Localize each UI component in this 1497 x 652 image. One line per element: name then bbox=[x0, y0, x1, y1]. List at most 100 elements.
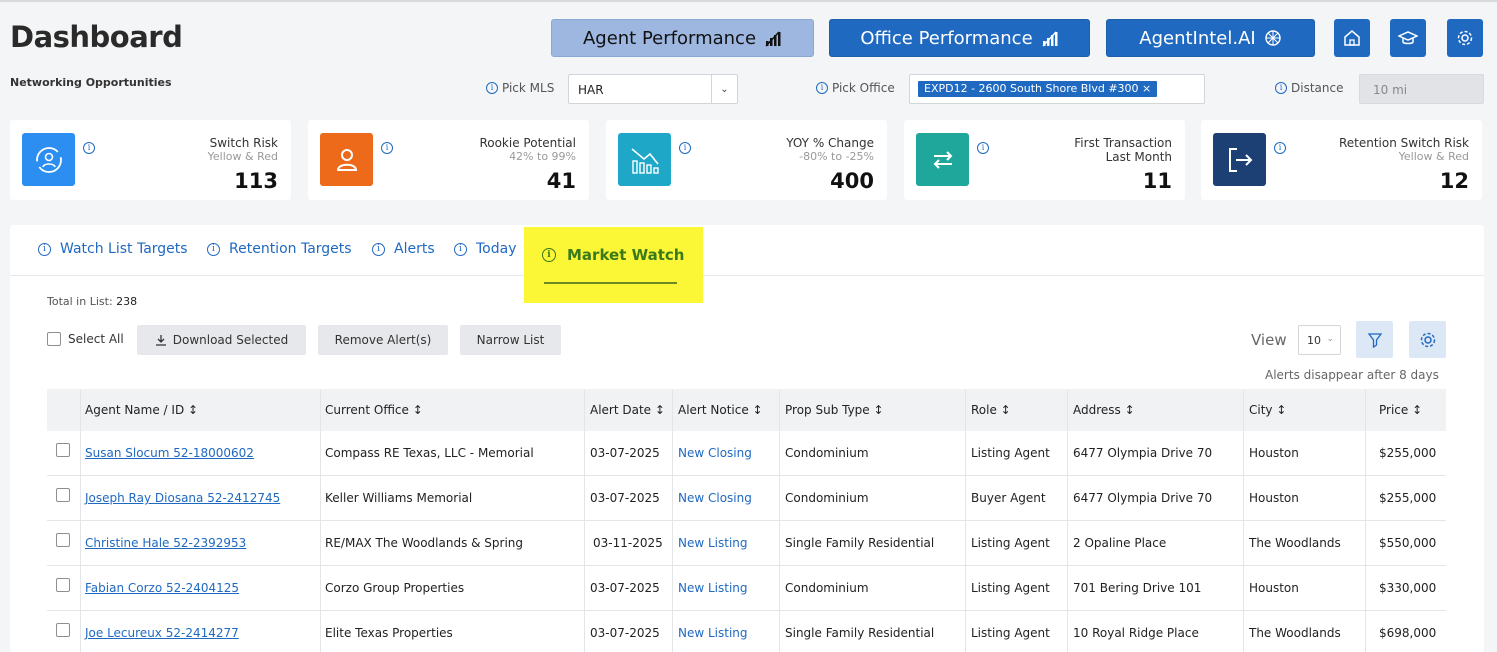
agentintel-button[interactable]: AgentIntel.AI bbox=[1106, 19, 1315, 57]
table-row[interactable]: Fabian Corzo 52-2404125 Corzo Group Prop… bbox=[47, 566, 1446, 611]
agent-link[interactable]: Christine Hale 52-2392953 bbox=[85, 536, 246, 550]
download-icon bbox=[155, 335, 166, 346]
col-price[interactable]: Price ↕ bbox=[1379, 403, 1422, 417]
table-row[interactable]: Susan Slocum 52-18000602 Compass RE Texa… bbox=[47, 431, 1446, 476]
info-icon[interactable]: i bbox=[83, 142, 95, 154]
tab-bar: i Watch List Targets i Retention Targets i… bbox=[10, 225, 1484, 276]
column-divider bbox=[1243, 389, 1244, 652]
office-tag[interactable]: EXPD12 - 2600 South Shore Blvd #300 × bbox=[918, 81, 1158, 97]
col-city[interactable]: City ↕ bbox=[1249, 403, 1286, 417]
info-icon[interactable]: i bbox=[816, 82, 828, 94]
filter-button[interactable] bbox=[1356, 321, 1393, 358]
city-cell: Houston bbox=[1249, 446, 1299, 460]
select-all[interactable]: Select All bbox=[47, 332, 124, 346]
chevron-down-icon[interactable]: ⌄ bbox=[711, 75, 737, 103]
date-cell: 03-07-2025 bbox=[590, 491, 660, 505]
col-address[interactable]: Address ↕ bbox=[1073, 403, 1135, 417]
view-label: View bbox=[1251, 331, 1287, 349]
narrow-list-button[interactable]: Narrow List bbox=[460, 325, 561, 355]
row-checkbox[interactable] bbox=[56, 443, 70, 457]
col-type[interactable]: Prop Sub Type ↕ bbox=[785, 403, 884, 417]
notice-cell[interactable]: New Closing bbox=[678, 446, 752, 460]
col-notice[interactable]: Alert Notice ↕ bbox=[678, 403, 763, 417]
notice-cell[interactable]: New Listing bbox=[678, 536, 748, 550]
chevron-down-icon: ⌄ bbox=[1326, 334, 1334, 344]
address-cell: 6477 Olympia Drive 70 bbox=[1073, 491, 1213, 505]
price-cell: $255,000 bbox=[1379, 446, 1437, 460]
table-row[interactable]: Christine Hale 52-2392953 RE/MAX The Woo… bbox=[47, 521, 1446, 566]
row-checkbox[interactable] bbox=[56, 623, 70, 637]
remove-tag-icon[interactable]: × bbox=[1142, 82, 1151, 95]
office-select[interactable]: EXPD12 - 2600 South Shore Blvd #300 × bbox=[909, 74, 1205, 104]
distance-field[interactable]: 10 mi bbox=[1359, 74, 1484, 104]
notice-cell[interactable]: New Listing bbox=[678, 626, 748, 640]
notice-cell[interactable]: New Closing bbox=[678, 491, 752, 505]
column-divider bbox=[1365, 389, 1366, 652]
info-icon[interactable]: i bbox=[977, 142, 989, 154]
agent-performance-button[interactable]: Agent Performance bbox=[551, 19, 814, 57]
city-cell: Houston bbox=[1249, 491, 1299, 505]
alerts-note: Alerts disappear after 8 days bbox=[1265, 368, 1439, 382]
info-icon[interactable]: i bbox=[38, 242, 51, 256]
card-yoy-change[interactable]: i YOY % Change -80% to -25% 400 bbox=[606, 120, 887, 200]
agent-link[interactable]: Susan Slocum 52-18000602 bbox=[85, 446, 254, 460]
office-performance-button[interactable]: Office Performance bbox=[829, 19, 1090, 57]
notice-cell[interactable]: New Listing bbox=[678, 581, 748, 595]
price-cell: $330,000 bbox=[1379, 581, 1437, 595]
tab-retention-targets[interactable]: i Retention Targets bbox=[207, 241, 352, 257]
ai-icon bbox=[1265, 30, 1281, 46]
card-switch-risk[interactable]: i Switch Risk Yellow & Red 113 bbox=[10, 120, 291, 200]
info-icon[interactable]: i bbox=[207, 242, 220, 256]
info-icon[interactable]: i bbox=[1274, 142, 1286, 154]
row-checkbox[interactable] bbox=[56, 578, 70, 592]
table-row[interactable]: Joseph Ray Diosana 52-2412745 Keller Wil… bbox=[47, 476, 1446, 521]
mls-select[interactable]: HAR ⌄ bbox=[568, 74, 738, 104]
info-icon[interactable]: i bbox=[679, 142, 691, 154]
agent-link[interactable]: Joe Lecureux 52-2414277 bbox=[85, 626, 239, 640]
top-border bbox=[0, 0, 1497, 2]
card-value: 113 bbox=[234, 169, 278, 193]
table-settings-button[interactable] bbox=[1409, 321, 1446, 358]
col-role[interactable]: Role ↕ bbox=[971, 403, 1011, 417]
type-cell: Condominium bbox=[785, 581, 869, 595]
info-icon[interactable]: i bbox=[1275, 82, 1287, 94]
address-cell: 701 Bering Drive 101 bbox=[1073, 581, 1202, 595]
info-icon[interactable]: i bbox=[486, 82, 498, 94]
table-row[interactable]: Joe Lecureux 52-2414277 Elite Texas Prop… bbox=[47, 611, 1446, 652]
col-agent[interactable]: Agent Name / ID ↕ bbox=[85, 403, 198, 417]
bar-chart-icon bbox=[1042, 31, 1058, 47]
info-icon[interactable]: i bbox=[381, 142, 393, 154]
info-icon[interactable]: i bbox=[372, 242, 385, 256]
select-all-checkbox[interactable] bbox=[47, 332, 61, 346]
agent-link[interactable]: Joseph Ray Diosana 52-2412745 bbox=[85, 491, 280, 505]
card-rookie-potential[interactable]: i Rookie Potential 42% to 99% 41 bbox=[308, 120, 589, 200]
education-button[interactable] bbox=[1390, 19, 1426, 57]
tab-alerts[interactable]: i Alerts bbox=[372, 241, 435, 257]
card-retention-switch-risk[interactable]: i Retention Switch Risk Yellow & Red 12 bbox=[1201, 120, 1482, 200]
row-checkbox[interactable] bbox=[56, 488, 70, 502]
home-button[interactable] bbox=[1334, 19, 1370, 57]
page-size-select[interactable]: 10 ⌄ bbox=[1298, 325, 1341, 355]
home-icon bbox=[1344, 30, 1360, 46]
tab-market-watch[interactable]: i Market Watch bbox=[524, 227, 703, 303]
settings-button[interactable] bbox=[1447, 19, 1483, 57]
tab-watch-list-targets[interactable]: i Watch List Targets bbox=[38, 241, 188, 257]
gear-icon bbox=[1420, 332, 1435, 347]
date-cell: 03-07-2025 bbox=[590, 581, 660, 595]
download-selected-button[interactable]: Download Selected bbox=[137, 325, 306, 355]
info-icon[interactable]: i bbox=[454, 242, 467, 256]
info-icon[interactable]: i bbox=[542, 248, 556, 262]
remove-alerts-button[interactable]: Remove Alert(s) bbox=[318, 325, 448, 355]
card-first-transaction[interactable]: i First Transaction Last Month 11 bbox=[904, 120, 1185, 200]
col-date[interactable]: Alert Date ↕ bbox=[590, 403, 665, 417]
column-divider bbox=[965, 389, 966, 652]
agent-performance-label: Agent Performance bbox=[582, 27, 757, 49]
price-cell: $698,000 bbox=[1379, 626, 1437, 640]
office-cell: Compass RE Texas, LLC - Memorial bbox=[325, 446, 534, 460]
agent-link[interactable]: Fabian Corzo 52-2404125 bbox=[85, 581, 239, 595]
chart-down-icon bbox=[618, 133, 671, 186]
col-office[interactable]: Current Office ↕ bbox=[325, 403, 423, 417]
row-checkbox[interactable] bbox=[56, 533, 70, 547]
agentintel-label: AgentIntel.AI bbox=[1139, 27, 1256, 49]
tab-today[interactable]: i Today bbox=[454, 241, 517, 257]
